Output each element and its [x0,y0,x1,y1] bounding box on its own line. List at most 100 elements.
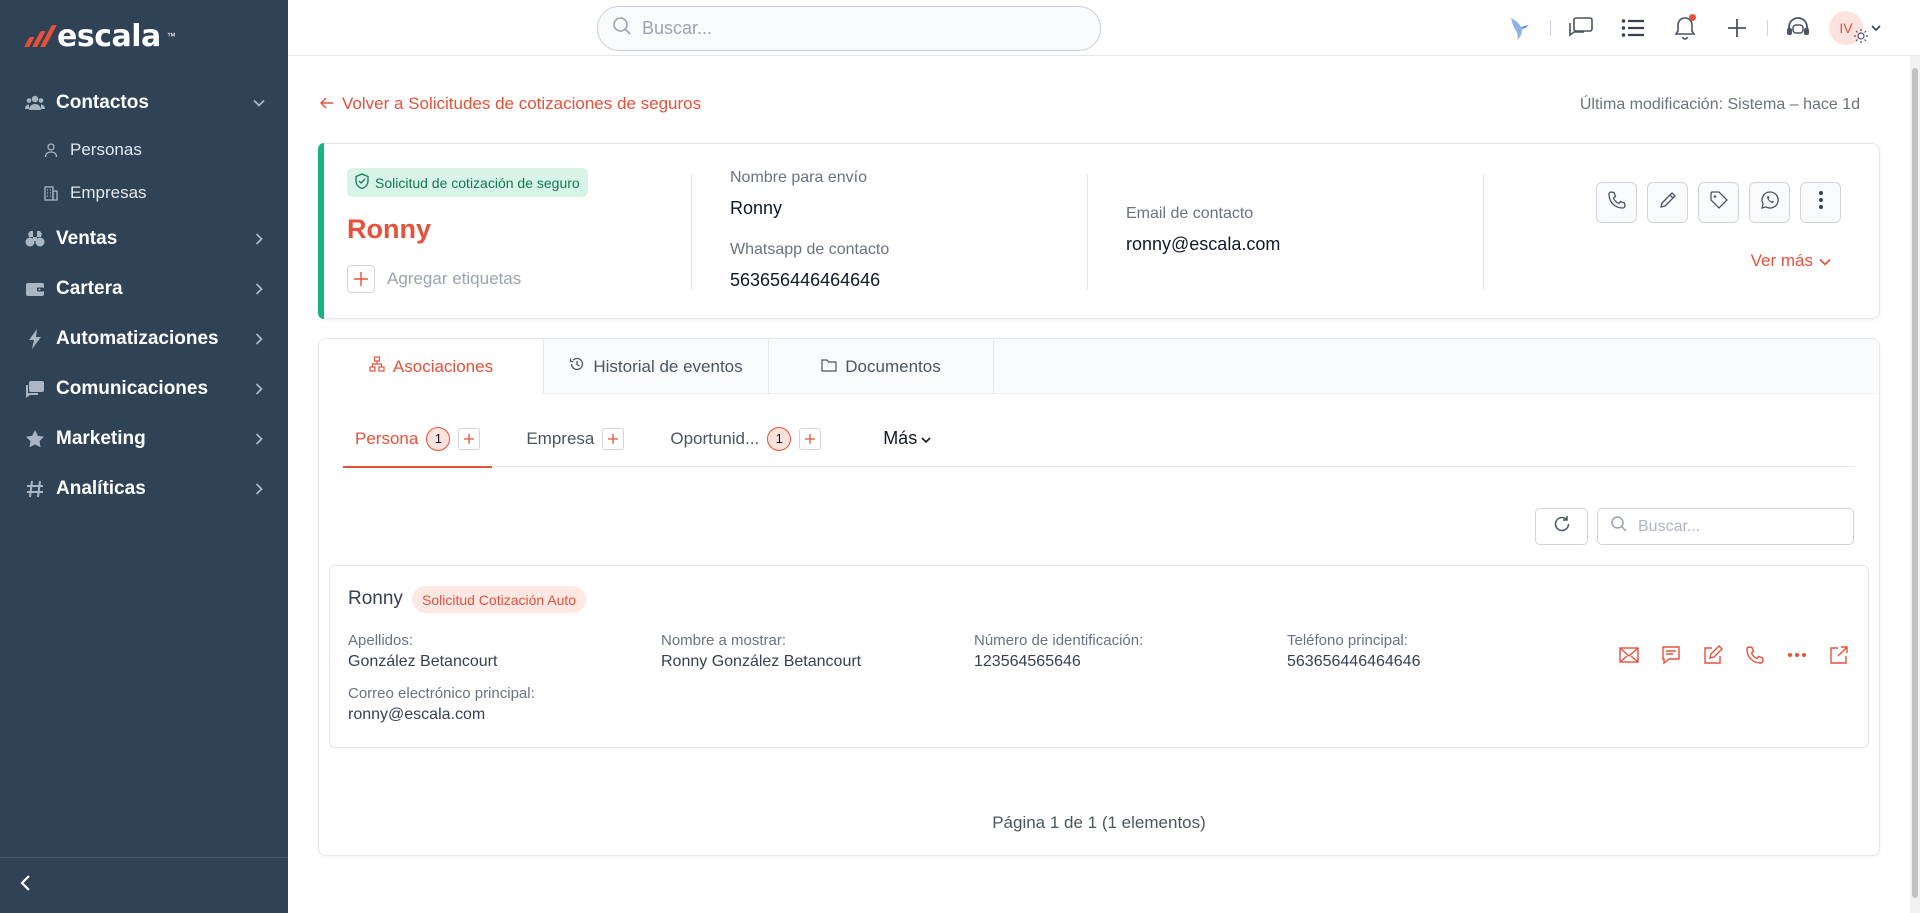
divider [1483,174,1484,290]
chevron-down-icon [252,96,266,110]
back-link[interactable]: Volver a Solicitudes de cotizaciones de … [320,94,701,114]
see-more-label: Ver más [1750,251,1813,270]
field-value: ronny@escala.com [348,706,486,723]
topbar-separator [1550,20,1551,36]
hummingbird-logo-icon[interactable] [1494,0,1546,56]
add-empresa-button[interactable] [602,427,625,450]
sidebar-item-contactos[interactable]: Contactos [0,78,288,128]
page-scrollbar[interactable] [1910,56,1920,913]
global-search[interactable] [597,6,1101,51]
record-type-label: Solicitud de cotización de seguro [375,174,580,191]
see-more-button[interactable]: Ver más [1751,251,1831,271]
sidebar-item-cartera[interactable]: Cartera [0,264,288,314]
whatsapp-button[interactable] [1749,182,1790,223]
sidebar-item-ventas[interactable]: Ventas [0,214,288,264]
chevron-right-icon [252,232,266,246]
whatsapp-icon [1760,190,1780,215]
item-name[interactable]: Ronny [348,588,403,610]
chevron-down-icon [1819,251,1831,271]
tab-historial[interactable]: Historial de eventos [544,339,769,394]
list-icon[interactable] [1607,0,1659,56]
chevron-right-icon [252,382,266,396]
support-headset-icon[interactable] [1772,0,1824,56]
search-icon [1610,515,1628,538]
global-search-input[interactable] [642,18,1062,39]
topbar: IV [288,0,1920,56]
add-persona-button[interactable] [458,427,481,450]
subtab-label: Empresa [526,428,595,448]
list-item: Ronny Solicitud Cotización Auto Apellido… [329,565,1869,748]
subtab-persona[interactable]: Persona 1 [343,411,493,468]
more-options-button[interactable] [1800,182,1841,223]
field-label: Whatsapp de contacto [730,241,890,258]
field-value: 123564565646 [974,653,1081,670]
subtab-label: Persona [355,428,419,448]
tab-label: Asociaciones [392,356,494,376]
sidebar-subitem-empresas[interactable]: Empresas [0,171,288,214]
sidebar-item-label: Analíticas [56,478,146,499]
email-icon[interactable] [1618,644,1640,666]
field-value: 563656446464646 [1287,653,1421,670]
sidebar-item-automatizaciones[interactable]: Automatizaciones [0,314,288,364]
chat-icon [24,378,46,400]
sidebar-item-marketing[interactable]: Marketing [0,414,288,464]
shield-check-icon [355,173,369,192]
wallet-icon [24,278,46,300]
sidebar-item-comunicaciones[interactable]: Comunicaciones [0,364,288,414]
plus-icon [347,265,375,293]
tabs-bar: Asociaciones Historial de eventos Docume… [319,339,1879,394]
sidebar-item-label: Ventas [56,228,118,249]
subtab-empresa[interactable]: Empresa [514,411,636,467]
ellipsis-icon[interactable] [1786,644,1808,666]
hash-icon [24,478,46,500]
edit-icon[interactable] [1702,644,1724,666]
sidebar-item-label: Cartera [56,278,123,299]
field-value: González Betancourt [348,653,498,670]
record-type-badge: Solicitud de cotización de seguro [347,168,588,197]
sidebar-item-label: Comunicaciones [56,378,209,399]
refresh-button[interactable] [1535,508,1588,545]
escala-logo[interactable]: escala ™ [24,18,176,54]
subtab-label: Oportunid... [670,428,760,448]
add-oportunidad-button[interactable] [799,427,822,450]
add-tags-button[interactable]: Agregar etiquetas [347,265,521,293]
tab-asociaciones[interactable]: Asociaciones [319,339,544,394]
collapse-sidebar-icon[interactable] [18,874,34,897]
card-accent [318,143,324,319]
subtab-oportunidades[interactable]: Oportunid... 1 [658,411,833,467]
pencil-icon [1658,190,1678,215]
sidebar-subitem-label: Empresas [70,182,147,202]
sidebar-item-analiticas[interactable]: Analíticas [0,464,288,514]
topbar-actions: IV [1494,0,1886,56]
sidebar-subitem-label: Personas [70,139,142,159]
logo-trademark: ™ [166,31,176,41]
add-icon[interactable] [1711,0,1763,56]
chevron-right-icon [252,332,266,346]
message-icon[interactable] [1660,644,1682,666]
kebab-icon [1818,190,1824,215]
logo-mark-icon [24,25,57,47]
field-label: Teléfono principal: [1287,632,1408,649]
pagination-info: Página 1 de 1 (1 elementos) [992,813,1206,832]
tag-button[interactable] [1698,182,1739,223]
user-menu[interactable]: IV [1824,0,1886,56]
tab-documentos[interactable]: Documentos [769,339,994,394]
edit-button[interactable] [1647,182,1688,223]
avatar[interactable]: IV [1829,11,1868,45]
sidebar-subitem-personas[interactable]: Personas [0,128,288,171]
phone-icon[interactable] [1744,644,1766,666]
record-actions [1596,182,1841,223]
scrollbar-thumb[interactable] [1912,68,1918,898]
call-button[interactable] [1596,182,1637,223]
item-tag: Solicitud Cotización Auto [412,586,587,613]
bell-icon[interactable] [1659,0,1711,56]
divider [1087,174,1088,290]
external-link-icon[interactable] [1828,644,1850,666]
list-search[interactable] [1597,508,1854,545]
last-modified: Última modificación: Sistema – hace 1d [1579,96,1860,113]
list-search-input[interactable] [1638,517,1838,536]
phone-icon [1607,190,1627,215]
conversations-icon[interactable] [1555,0,1607,56]
person-icon [42,141,60,159]
more-subtabs-dropdown[interactable]: Más [883,428,931,449]
